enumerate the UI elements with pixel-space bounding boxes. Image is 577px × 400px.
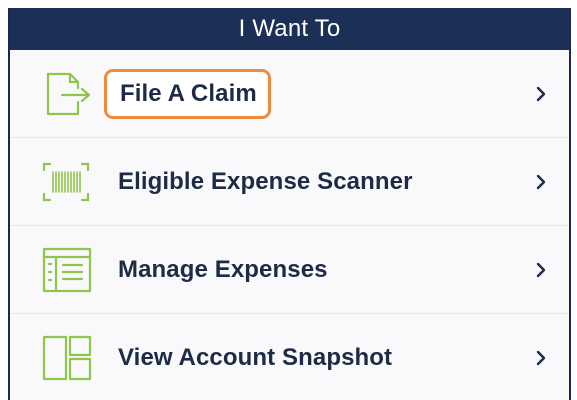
- expense-list-icon: [36, 244, 96, 296]
- i-want-to-panel: I Want To File A Claim Eligible Expense …: [8, 8, 571, 400]
- chevron-right-icon: [533, 171, 549, 193]
- menu-item-view-account-snapshot[interactable]: View Account Snapshot: [10, 314, 569, 400]
- menu-item-label: Manage Expenses: [118, 255, 328, 283]
- chevron-right-icon: [533, 83, 549, 105]
- menu-item-label: Eligible Expense Scanner: [118, 167, 413, 195]
- chevron-right-icon: [533, 259, 549, 281]
- menu-item-file-a-claim[interactable]: File A Claim: [10, 50, 569, 138]
- barcode-scanner-icon: [36, 156, 96, 208]
- menu-item-label: File A Claim: [104, 68, 271, 119]
- panel-header: I Want To: [10, 8, 569, 50]
- panel-title: I Want To: [238, 15, 341, 42]
- menu-item-eligible-expense-scanner[interactable]: Eligible Expense Scanner: [10, 138, 569, 226]
- chevron-right-icon: [533, 347, 549, 369]
- action-menu: File A Claim Eligible Expense Scanner Ma…: [10, 50, 569, 400]
- menu-item-manage-expenses[interactable]: Manage Expenses: [10, 226, 569, 314]
- dashboard-layout-icon: [36, 332, 96, 384]
- file-export-icon: [36, 68, 96, 120]
- menu-item-label: View Account Snapshot: [118, 343, 393, 371]
